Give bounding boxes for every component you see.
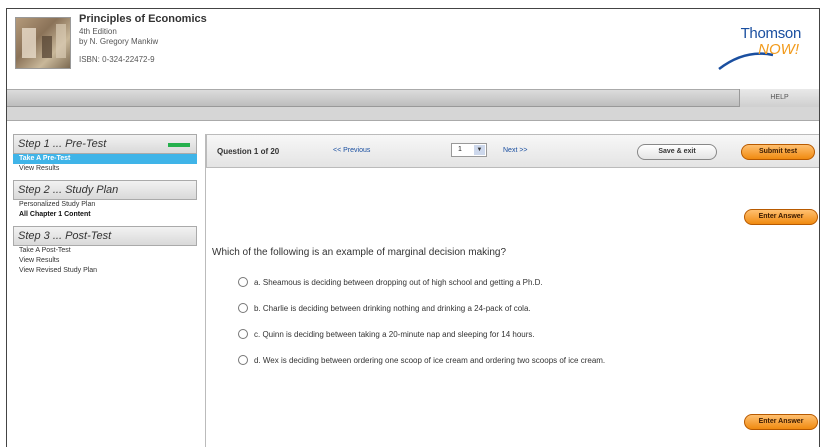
app-frame: Principles of Economics 4th Edition by N…	[6, 8, 820, 447]
step-2-header: Step 2 ... Study Plan	[13, 180, 197, 200]
step-2-label: Step 2 ... Study Plan	[18, 184, 119, 196]
answer-option-c-text: c. Quinn is deciding between taking a 20…	[254, 329, 535, 339]
answer-option-d-text: d. Wex is deciding between ordering one …	[254, 355, 606, 365]
question-panel: Question 1 of 20 << Previous 1 ▼ Next >>…	[205, 134, 819, 447]
header: Principles of Economics 4th Edition by N…	[7, 9, 819, 89]
sub-bar	[7, 107, 819, 121]
logo-line1: Thomson	[740, 25, 802, 42]
answer-option-a-text: a. Sheamous is deciding between dropping…	[254, 277, 543, 287]
radio-a[interactable]	[238, 277, 248, 287]
answer-option-b-text: b. Charlie is deciding between drinking …	[254, 303, 531, 313]
book-cover-image	[15, 17, 71, 69]
sidebar-item-take-pre-test[interactable]: Take A Pre-Test	[13, 154, 197, 164]
previous-link[interactable]: << Previous	[333, 147, 370, 154]
enter-answer-button-bottom[interactable]: Enter Answer	[744, 414, 818, 430]
sidebar-item-view-revised-study-plan[interactable]: View Revised Study Plan	[13, 266, 197, 276]
step-1-label: Step 1 ... Pre-Test	[18, 138, 107, 150]
answer-option-c[interactable]: c. Quinn is deciding between taking a 20…	[238, 327, 535, 341]
book-edition: 4th Edition	[79, 27, 117, 36]
logo-line2: NOW!	[758, 41, 799, 58]
question-select[interactable]: 1 ▼	[451, 143, 487, 157]
question-toolbar: Question 1 of 20 << Previous 1 ▼ Next >>…	[206, 134, 819, 168]
save-exit-button[interactable]: Save & exit	[637, 144, 717, 160]
book-isbn: ISBN: 0-324-22472-9	[79, 55, 155, 64]
chevron-down-icon[interactable]: ▼	[474, 145, 485, 155]
sidebar: Step 1 ... Pre-Test Take A Pre-Test View…	[7, 134, 203, 447]
question-select-value: 1	[458, 146, 462, 153]
step-3-label: Step 3 ... Post-Test	[18, 230, 112, 242]
sidebar-item-view-results-post[interactable]: View Results	[13, 256, 197, 266]
submit-test-button[interactable]: Submit test	[741, 144, 815, 160]
question-counter: Question 1 of 20	[217, 147, 280, 156]
thomson-now-logo: Thomson NOW!	[715, 23, 805, 73]
radio-d[interactable]	[238, 355, 248, 365]
book-author: by N. Gregory Mankiw	[79, 37, 159, 46]
book-title: Principles of Economics	[79, 13, 207, 25]
sidebar-item-personalized-study-plan[interactable]: Personalized Study Plan	[13, 200, 197, 210]
question-text: Which of the following is an example of …	[212, 247, 507, 258]
answer-option-b[interactable]: b. Charlie is deciding between drinking …	[238, 301, 531, 315]
current-step-indicator-icon	[168, 143, 190, 147]
sidebar-item-view-results[interactable]: View Results	[13, 164, 197, 174]
sidebar-item-all-chapter-content[interactable]: All Chapter 1 Content	[13, 210, 197, 220]
sidebar-item-take-post-test[interactable]: Take A Post-Test	[13, 246, 197, 256]
step-1-header: Step 1 ... Pre-Test	[13, 134, 197, 154]
step-3-header: Step 3 ... Post-Test	[13, 226, 197, 246]
help-link[interactable]: HELP	[739, 89, 819, 107]
answer-option-a[interactable]: a. Sheamous is deciding between dropping…	[238, 275, 543, 289]
radio-c[interactable]	[238, 329, 248, 339]
radio-b[interactable]	[238, 303, 248, 313]
answer-option-d[interactable]: d. Wex is deciding between ordering one …	[238, 353, 605, 367]
enter-answer-button-top[interactable]: Enter Answer	[744, 209, 818, 225]
next-link[interactable]: Next >>	[503, 147, 528, 154]
toolbar-bar	[7, 89, 819, 107]
